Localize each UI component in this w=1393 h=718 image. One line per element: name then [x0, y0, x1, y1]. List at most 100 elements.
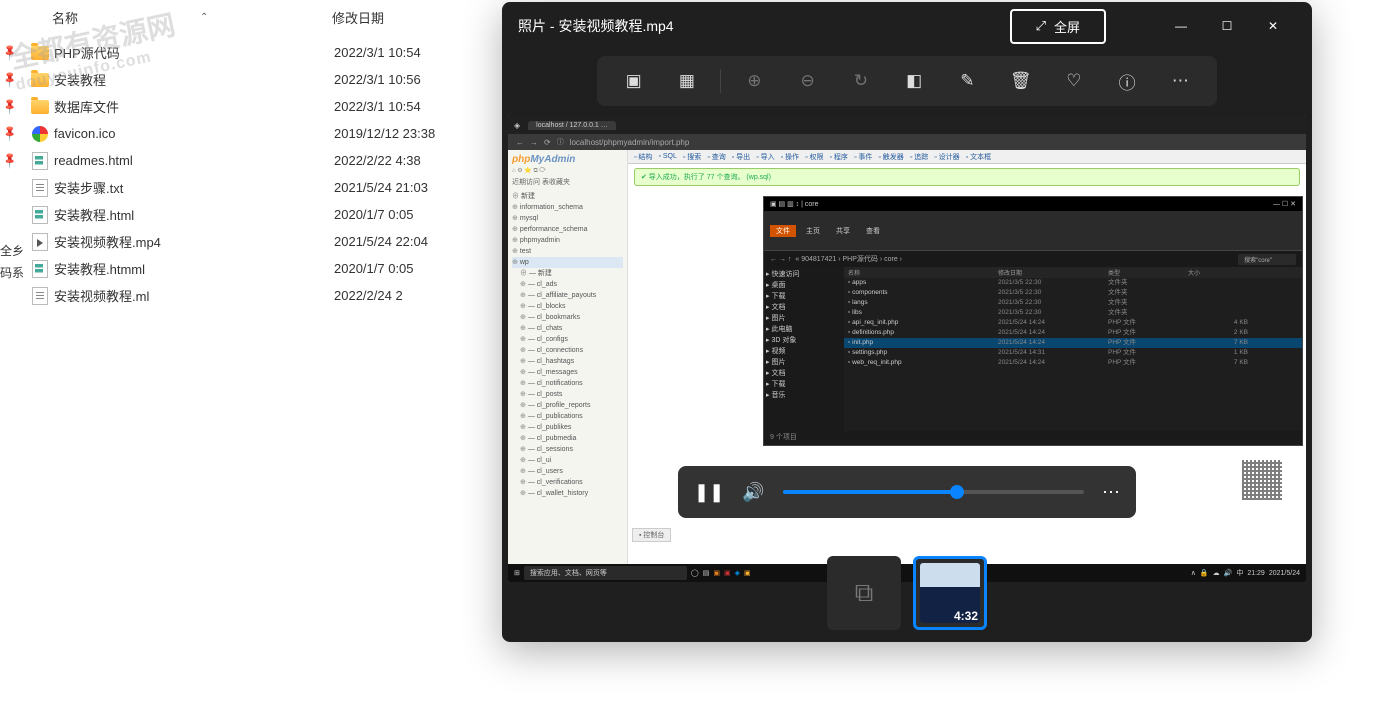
nav-item: ▸ 下载	[766, 291, 842, 302]
db-tree-node: — cl_sessions	[512, 444, 623, 455]
pma-tab: ▫ 追踪	[910, 152, 928, 162]
file-name: 安装步骤.txt	[54, 178, 334, 197]
pma-tab: ▫ 搜索	[683, 152, 701, 162]
gallery-icon[interactable]: ▦	[667, 71, 707, 91]
file-row[interactable]: 📌 安装教程 2022/3/1 10:56	[0, 66, 500, 93]
volume-button[interactable]: 🔊	[742, 482, 764, 503]
side-label: 全乡	[0, 240, 24, 262]
db-tree-node: — cl_configs	[512, 334, 623, 345]
inner-file-row: ▫ web_req_init.php2021/5/24 14:24PHP 文件7…	[844, 358, 1302, 368]
inner-file-pane: 名称修改日期类型大小 ▫ apps2021/3/5 22:30文件夹▫ comp…	[844, 267, 1302, 431]
mp4-icon	[32, 233, 48, 251]
progress-thumb[interactable]	[950, 485, 964, 499]
player-more-button[interactable]: ⋯	[1102, 482, 1120, 503]
breadcrumb: ← → ↑ « 904817421 › PHP源代码 › core › 搜索"c…	[764, 251, 1302, 267]
delete-icon[interactable]: 🗑	[1001, 71, 1041, 91]
db-tree-node: — cl_profile_reports	[512, 400, 623, 411]
edge-icon: ◈	[514, 121, 520, 130]
folder-icon	[31, 73, 49, 87]
html-icon	[32, 206, 48, 224]
txt-icon	[32, 179, 48, 197]
db-tree-node: — cl_posts	[512, 389, 623, 400]
sidebar-snippet: 全乡 码系	[0, 240, 24, 284]
import-success-message: ✔ 导入成功，执行了 77 个查询。 (wp.sql)	[634, 168, 1300, 186]
maximize-button[interactable]: ☐	[1204, 10, 1250, 42]
image-icon[interactable]: ▣	[614, 71, 654, 91]
folder-icon	[31, 100, 49, 114]
file-name: 安装教程.htmml	[54, 259, 334, 278]
db-tree-node: — cl_notifications	[512, 378, 623, 389]
filmstrip-prev[interactable]: ⧉	[827, 556, 901, 630]
file-date: 2021/5/24 21:03	[334, 180, 484, 195]
db-tree-node: — 新建	[512, 268, 623, 279]
expand-icon: ⤢	[1036, 18, 1046, 34]
inner-nav-pane: ▸ 快速访问▸ 桌面▸ 下载▸ 文档▸ 图片▸ 此电脑▸ 3D 对象▸ 视频▸ …	[764, 267, 844, 431]
file-row[interactable]: 安装教程.htmml 2020/1/7 0:05	[0, 255, 500, 282]
column-name-header[interactable]: 名称	[52, 8, 78, 27]
inner-file-row: ▫ apps2021/3/5 22:30文件夹	[844, 278, 1302, 288]
html-icon	[32, 152, 48, 170]
db-tree-node: 新建	[512, 191, 623, 202]
nav-back-icon: ←	[516, 138, 524, 147]
file-row[interactable]: 📌 favicon.ico 2019/12/12 23:38	[0, 120, 500, 147]
progress-bar[interactable]	[783, 490, 1084, 494]
info-icon[interactable]: ⓘ	[1107, 69, 1147, 94]
column-date-header[interactable]: 修改日期	[332, 11, 384, 26]
video-content-area: ◈localhost / 127.0.0.1 … ←→⟳ⓘlocalhost/p…	[508, 116, 1306, 582]
taskbar-search: 搜索应用、文档、网页等	[524, 566, 687, 580]
fullscreen-button[interactable]: ⤢ 全屏	[1010, 9, 1106, 44]
zoom-in-icon[interactable]: ⊕	[734, 71, 774, 91]
pause-button[interactable]: ❚❚	[694, 482, 724, 503]
file-row[interactable]: 安装视频教程.ml 2022/2/24 2	[0, 282, 500, 309]
db-tree-node: — cl_ads	[512, 279, 623, 290]
file-name: 安装视频教程.ml	[54, 286, 334, 305]
zoom-out-icon[interactable]: ⊖	[788, 71, 828, 91]
file-date: 2020/1/7 0:05	[334, 207, 484, 222]
ribbon-tab: 主页	[800, 225, 826, 237]
nav-item: ▸ 快速访问	[766, 269, 842, 280]
qr-code	[1238, 456, 1286, 504]
inner-file-row: ▫ api_req_init.php2021/5/24 14:24PHP 文件4…	[844, 318, 1302, 328]
file-row[interactable]: 安装步骤.txt 2021/5/24 21:03	[0, 174, 500, 201]
nav-item: ▸ 3D 对象	[766, 335, 842, 346]
ribbon: 文件主页共享查看	[764, 211, 1302, 251]
filmstrip-current[interactable]: 4:32	[913, 556, 987, 630]
more-icon[interactable]: ⋯	[1160, 71, 1200, 91]
file-row[interactable]: 📌 数据库文件 2022/3/1 10:54	[0, 93, 500, 120]
txt-icon	[32, 287, 48, 305]
pma-tab: ▫ 查询	[707, 152, 725, 162]
db-tree-node: — cl_bookmarks	[512, 312, 623, 323]
db-tree-node: — cl_verifications	[512, 477, 623, 488]
inner-file-row: ▫ libs2021/3/5 22:30文件夹	[844, 308, 1302, 318]
search-input: 搜索"core"	[1238, 254, 1296, 265]
db-tree-node: — cl_messages	[512, 367, 623, 378]
pin-icon: 📌	[1, 151, 20, 170]
crop-icon[interactable]: ◧	[894, 71, 934, 91]
file-row[interactable]: 安装视频教程.mp4 2021/5/24 22:04	[0, 228, 500, 255]
favorite-icon[interactable]: ♡	[1054, 71, 1094, 91]
rotate-icon[interactable]: ↻	[841, 71, 881, 91]
pma-tab: ▫ 导入	[756, 152, 774, 162]
file-row[interactable]: 📌 readmes.html 2022/2/22 4:38	[0, 147, 500, 174]
window-title: 照片 - 安装视频教程.mp4	[518, 16, 674, 36]
inner-file-explorer: ▣ ▤ ▥ ↕ | core— ☐ ✕ 文件主页共享查看 ← → ↑ « 904…	[763, 196, 1303, 446]
file-name: readmes.html	[54, 153, 334, 168]
ribbon-tab: 共享	[830, 225, 856, 237]
lock-icon: ⓘ	[557, 137, 564, 147]
file-date: 2022/2/22 4:38	[334, 153, 484, 168]
close-button[interactable]: ✕	[1250, 10, 1296, 42]
minimize-button[interactable]: —	[1158, 10, 1204, 42]
pma-tab: ▫ 设计器	[934, 152, 959, 162]
file-row[interactable]: 安装教程.html 2020/1/7 0:05	[0, 201, 500, 228]
titlebar: 照片 - 安装视频教程.mp4 ⤢ 全屏 — ☐ ✕	[502, 2, 1312, 50]
db-tree-node: test	[512, 246, 623, 257]
db-tree-node: — cl_wallet_history	[512, 488, 623, 499]
file-name: 安装视频教程.mp4	[54, 232, 334, 251]
address-bar: localhost/phpmyadmin/import.php	[570, 138, 690, 147]
toolbar-divider	[720, 69, 721, 93]
file-row[interactable]: 📌 PHP源代码 2022/3/1 10:54	[0, 39, 500, 66]
inner-file-row: ▫ langs2021/3/5 22:30文件夹	[844, 298, 1302, 308]
draw-icon[interactable]: ✎	[947, 71, 987, 91]
explorer-columns-header: 名称 修改日期 ⌃	[0, 0, 500, 35]
ribbon-tab: 文件	[770, 225, 796, 237]
